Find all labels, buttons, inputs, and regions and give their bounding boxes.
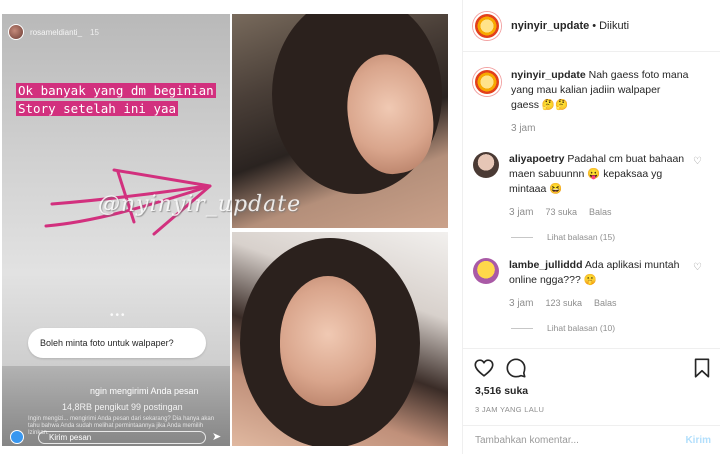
comment-body: aliyapoetry Padahal cm buat bahaan maen …: [509, 152, 687, 218]
comment-reply-button[interactable]: Balas: [594, 298, 617, 308]
comments-list: nyinyir_update Nah gaess foto mana yang …: [463, 52, 720, 333]
story-caption-text: Ok banyak yang dm beginian Story setelah…: [16, 83, 216, 116]
comment-meta: 3 jam 73 suka Balas: [509, 207, 687, 218]
add-comment-bar: Kirim: [463, 425, 720, 454]
story-screenshot: rosameldianti_ 15 Ok banyak yang dm begi…: [2, 14, 230, 446]
caption-avatar[interactable]: [473, 68, 501, 96]
post-panel: nyinyir_update • Diikuti nyinyir_update …: [462, 0, 720, 454]
caption-time: 3 jam: [511, 123, 536, 134]
view-replies-button[interactable]: Lihat balasan (15): [511, 232, 710, 242]
story-avatar: [8, 24, 24, 40]
comment-text: lambe_julliddd Ada aplikasi muntah onlin…: [509, 258, 687, 288]
post-comment-button[interactable]: Kirim: [685, 435, 711, 446]
view-replies-label: Lihat balasan (10): [547, 323, 616, 333]
view-replies-button[interactable]: Lihat balasan (10): [511, 323, 710, 333]
comment-time: 3 jam: [509, 298, 534, 309]
camera-icon: [10, 430, 24, 444]
caption-body: nyinyir_update Nah gaess foto mana yang …: [511, 68, 689, 134]
heart-icon[interactable]: [473, 357, 495, 379]
comment-heart-icon[interactable]: ♡: [693, 262, 702, 273]
post-caption: nyinyir_update Nah gaess foto mana yang …: [473, 68, 710, 134]
photo-bottom: [232, 232, 448, 446]
replies-divider: [511, 327, 533, 329]
comment-text: aliyapoetry Padahal cm buat bahaan maen …: [509, 152, 687, 197]
comment-input[interactable]: [475, 435, 686, 446]
replies-divider: [511, 236, 533, 238]
comment-time: 3 jam: [509, 207, 534, 218]
view-replies-label: Lihat balasan (15): [547, 232, 616, 242]
bookmark-icon[interactable]: [691, 357, 713, 379]
list-item: aliyapoetry Padahal cm buat bahaan maen …: [473, 152, 710, 218]
story-question-text: Boleh minta foto untuk walpaper?: [40, 338, 174, 348]
comment-username-link[interactable]: aliyapoetry: [509, 153, 564, 165]
comment-like-count[interactable]: 73 suka: [545, 207, 577, 217]
dm-request-title: ngin mengirimi Anda pesan: [90, 386, 199, 396]
comment-avatar[interactable]: [473, 152, 499, 178]
post-username-link[interactable]: nyinyir_update: [511, 20, 589, 32]
story-dots: •••: [110, 310, 127, 321]
like-count[interactable]: 3,516 suka: [475, 385, 528, 397]
story-reply-input: Kirim pesan: [38, 431, 206, 444]
comment-avatar[interactable]: [473, 258, 499, 284]
watermark-text: @nyinyir_update: [98, 192, 302, 217]
post-media: rosameldianti_ 15 Ok banyak yang dm begi…: [0, 0, 462, 454]
comment-meta: 3 jam 123 suka Balas: [509, 298, 687, 309]
story-question-sticker: Boleh minta foto untuk walpaper?: [28, 328, 206, 358]
story-caption: Ok banyak yang dm beginian Story setelah…: [16, 82, 221, 118]
follow-status-button[interactable]: Diikuti: [599, 20, 629, 32]
caption-meta: 3 jam: [511, 123, 689, 134]
comment-icon[interactable]: [505, 357, 527, 379]
comment-username-link[interactable]: lambe_julliddd: [509, 259, 583, 271]
story-header: rosameldianti_ 15: [8, 24, 99, 40]
list-item: lambe_julliddd Ada aplikasi muntah onlin…: [473, 258, 710, 309]
photo-bottom-face: [280, 276, 376, 406]
comment-heart-icon[interactable]: ♡: [693, 156, 702, 167]
post-actions: 3,516 suka 3 JAM YANG LALU Kirim: [463, 348, 720, 454]
story-reply-bar: Kirim pesan ➤: [2, 430, 230, 446]
story-username: rosameldianti_: [30, 27, 83, 37]
comment-reply-button[interactable]: Balas: [589, 207, 612, 217]
header-separator: •: [592, 19, 597, 32]
avatar[interactable]: [473, 11, 501, 40]
caption-text: nyinyir_update Nah gaess foto mana yang …: [511, 68, 689, 113]
comment-body: lambe_julliddd Ada aplikasi muntah onlin…: [509, 258, 687, 309]
post-header: nyinyir_update • Diikuti: [463, 0, 720, 52]
send-icon: ➤: [212, 431, 222, 443]
comment-like-count[interactable]: 123 suka: [545, 298, 582, 308]
post-timestamp: 3 JAM YANG LALU: [475, 405, 545, 414]
story-time: 15: [90, 27, 99, 37]
action-icon-row: [473, 357, 713, 379]
caption-username-link[interactable]: nyinyir_update: [511, 69, 586, 81]
dm-request-stats: 14,8RB pengikut 99 postingan: [62, 402, 183, 412]
